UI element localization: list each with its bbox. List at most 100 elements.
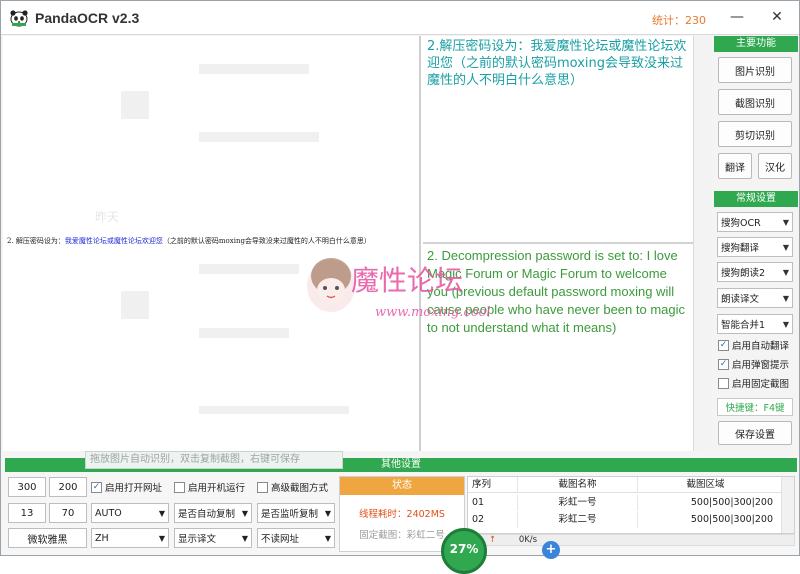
- minimize-button[interactable]: —: [719, 3, 755, 31]
- svg-text:魔性论坛: 魔性论坛: [351, 264, 463, 297]
- save-settings-button[interactable]: 保存设置: [718, 421, 792, 445]
- table-cell: 500|500|300|200: [638, 512, 782, 528]
- drop-hint-tooltip: 拖放图片自动识别，双击复制截图，右键可保存: [85, 451, 343, 469]
- offset-y-field[interactable]: 70: [49, 503, 87, 523]
- svg-text:www.moxing.cool: www.moxing.cool: [375, 305, 491, 320]
- read-mode-value: 朗读译文: [721, 294, 760, 305]
- fixed-screenshot-checkbox[interactable]: 启用固定截图: [718, 376, 789, 390]
- checkbox-checked-icon: ✓: [718, 339, 729, 351]
- advanced-capture-label: 高级截图方式: [271, 483, 329, 494]
- chevron-down-icon: ▼: [241, 533, 248, 543]
- voice-select[interactable]: 搜狗朗读2 ▼: [717, 262, 793, 282]
- table-row[interactable]: 02 彩虹二号 500|500|300|200: [468, 512, 782, 528]
- table-cell: 彩虹一号: [518, 495, 638, 511]
- height-field[interactable]: 200: [49, 477, 87, 497]
- offset-x-field[interactable]: 13: [8, 503, 46, 523]
- show-translation-select[interactable]: 显示译文 ▼: [174, 528, 252, 548]
- chevron-down-icon: ▼: [158, 508, 165, 518]
- main-content: 昨天 2. 解压密码设为：我爱魔性论坛或魔性论坛欢迎您（之前的默认密码moxin…: [3, 36, 711, 451]
- chevron-down-icon: ▼: [782, 319, 789, 329]
- ocr-result-text[interactable]: 2.解压密码设为：我爱魔性论坛或魔性论坛欢迎您（之前的默认密码moxing会导致…: [423, 36, 693, 242]
- table-cell: 02: [468, 512, 518, 528]
- open-url-label: 启用打开网址: [105, 483, 163, 494]
- auto-copy-value: 是否自动复制: [178, 509, 236, 520]
- localize-button[interactable]: 汉化: [758, 153, 792, 179]
- table-header: 序列 截图名称 截图区域: [468, 477, 782, 493]
- read-url-value: 不读网址: [261, 534, 300, 545]
- popup-hint-label: 启用弹窗提示: [732, 360, 790, 371]
- image-ocr-button[interactable]: 图片识别: [718, 57, 792, 83]
- column-header[interactable]: 序列: [468, 477, 518, 493]
- read-url-select[interactable]: 不读网址 ▼: [257, 528, 335, 548]
- advanced-capture-checkbox[interactable]: 高级截图方式: [257, 479, 328, 495]
- checkbox-empty-icon: [174, 481, 185, 493]
- popup-hint-checkbox[interactable]: ✓ 启用弹窗提示: [718, 357, 789, 371]
- show-translation-value: 显示译文: [178, 534, 217, 545]
- status-header: 状态: [340, 477, 464, 495]
- ocr-engine-value: 搜狗OCR: [721, 218, 761, 229]
- app-window: PandaOCR v2.3 统计：230 — ☐ ✕ 昨天 2. 解压密码设为：…: [0, 0, 800, 574]
- translate-engine-value: 搜狗翻译: [721, 243, 760, 254]
- ocr-engine-select[interactable]: 搜狗OCR ▼: [717, 212, 793, 232]
- chevron-down-icon: ▼: [782, 267, 789, 277]
- voice-value: 搜狗朗读2: [721, 268, 766, 279]
- chevron-down-icon: ▼: [158, 533, 165, 543]
- ocr-mode-select[interactable]: AUTO ▼: [91, 503, 169, 523]
- table-cell: 500|500|300|200: [638, 495, 782, 511]
- ghost-line: [199, 132, 319, 142]
- startup-run-label: 启用开机运行: [188, 483, 246, 494]
- table-row[interactable]: 01 彩虹一号 500|500|300|200: [468, 495, 782, 511]
- screenshot-table[interactable]: 序列 截图名称 截图区域 01 彩虹一号 500|500|300|200 02 …: [467, 476, 795, 534]
- checkbox-checked-icon: ✓: [91, 481, 102, 493]
- auto-copy-select[interactable]: 是否自动复制 ▼: [174, 503, 252, 523]
- fixed-screenshot-label: 启用固定截图: [732, 379, 790, 390]
- panda-logo-icon: [10, 10, 28, 27]
- network-speed: ↑ 0K/s: [489, 535, 549, 553]
- common-settings-header: 常规设置: [714, 191, 798, 207]
- other-settings-panel: 其他设置 300 200 13 70 微软雅黑 ✓ 启用打开网址 AUTO ▼ ZH…: [3, 456, 799, 555]
- column-header[interactable]: 截图名称: [518, 477, 638, 493]
- screenshot-ocr-button[interactable]: 截图识别: [718, 89, 792, 115]
- translate-engine-select[interactable]: 搜狗翻译 ▼: [717, 237, 793, 257]
- ghost-line: [199, 328, 289, 338]
- table-scrollbar[interactable]: [781, 477, 794, 533]
- checkbox-empty-icon: [718, 377, 729, 389]
- hotkey-display[interactable]: 快捷键：F4键: [717, 398, 793, 416]
- ocr-mode-value: AUTO: [95, 507, 122, 519]
- auto-translate-checkbox[interactable]: ✓ 启用自动翻译: [718, 338, 789, 352]
- clipboard-ocr-button[interactable]: 剪切识别: [718, 121, 792, 147]
- width-field[interactable]: 300: [8, 477, 46, 497]
- chevron-down-icon: ▼: [241, 508, 248, 518]
- chevron-down-icon: ▼: [782, 293, 789, 303]
- ghost-line: [199, 64, 309, 74]
- ghost-text: 昨天: [95, 210, 120, 224]
- monitor-copy-select[interactable]: 是否监听复制 ▼: [257, 503, 335, 523]
- right-sidebar: 主要功能 图片识别 截图识别 剪切识别 翻译 汉化 常规设置 搜狗OCR ▼ 搜狗…: [713, 36, 799, 451]
- merge-mode-value: 智能合并1: [721, 320, 766, 331]
- title-bar: PandaOCR v2.3 统计：230 — ☐ ✕: [1, 1, 799, 35]
- speedup-plus-icon[interactable]: +: [542, 541, 560, 559]
- open-url-checkbox[interactable]: ✓ 启用打开网址: [91, 479, 162, 495]
- ghost-avatar: [121, 91, 149, 119]
- startup-run-checkbox[interactable]: 启用开机运行: [174, 479, 245, 495]
- vertical-scrollbar[interactable]: [693, 36, 711, 451]
- close-button[interactable]: ✕: [759, 3, 795, 31]
- captured-text-line: 2. 解压密码设为：我爱魔性论坛或魔性论坛欢迎您（之前的默认密码moxing会导…: [7, 236, 371, 246]
- elapsed-time: 线程耗时：2402MS: [359, 509, 445, 520]
- chevron-down-icon: ▼: [782, 242, 789, 252]
- screenshot-preview-pane[interactable]: 昨天 2. 解压密码设为：我爱魔性论坛或魔性论坛欢迎您（之前的默认密码moxin…: [3, 36, 421, 451]
- checkbox-empty-icon: [257, 481, 268, 493]
- ghost-line: [199, 406, 349, 414]
- read-mode-select[interactable]: 朗读译文 ▼: [717, 288, 793, 308]
- memory-gauge[interactable]: 27%: [441, 528, 487, 574]
- checkbox-checked-icon: ✓: [718, 358, 729, 370]
- merge-mode-select[interactable]: 智能合并1 ▼: [717, 314, 793, 334]
- stats-counter: 统计：230: [652, 14, 706, 27]
- font-field[interactable]: 微软雅黑: [8, 528, 87, 548]
- translate-button[interactable]: 翻译: [718, 153, 752, 179]
- language-value: ZH: [95, 532, 109, 544]
- language-select[interactable]: ZH ▼: [91, 528, 169, 548]
- main-functions-header: 主要功能: [714, 36, 798, 52]
- forum-watermark: 魔性论坛 www.moxing.cool: [307, 258, 491, 320]
- column-header[interactable]: 截图区域: [638, 477, 782, 493]
